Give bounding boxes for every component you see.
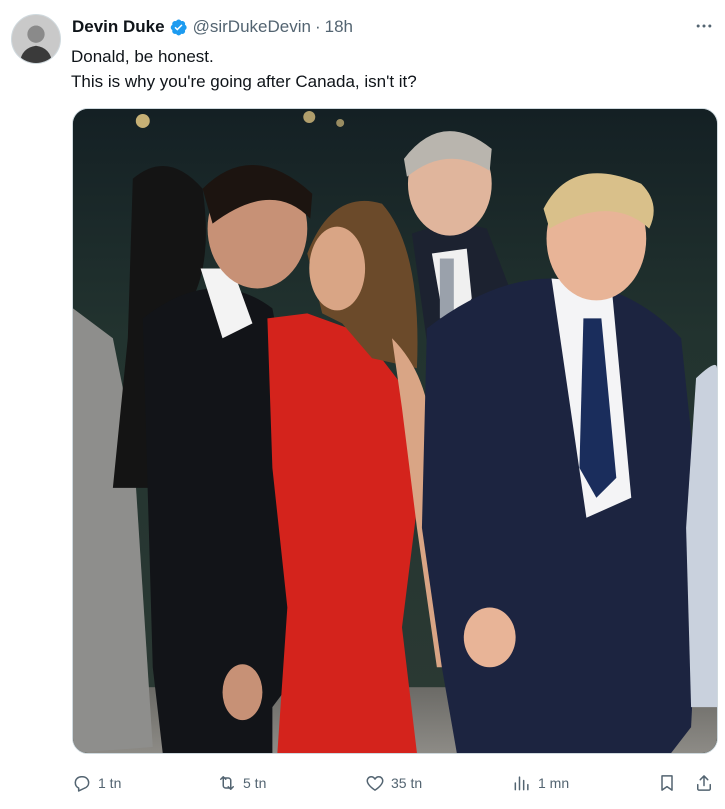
retweet-icon bbox=[220, 776, 234, 790]
reply-button[interactable]: 1 tn bbox=[72, 768, 121, 798]
ellipsis-icon bbox=[696, 24, 712, 28]
bookmark-button[interactable] bbox=[657, 768, 677, 798]
tweet-header: Devin Duke @sirDukeDevin · 18h bbox=[72, 16, 353, 38]
author-name[interactable]: Devin Duke bbox=[72, 17, 165, 37]
retweet-button[interactable]: 5 tn bbox=[217, 768, 266, 798]
tweet-timestamp[interactable]: 18h bbox=[325, 17, 353, 37]
verified-badge-icon bbox=[169, 18, 188, 37]
bookmark-icon bbox=[661, 775, 673, 791]
tweet-text: Donald, be honest. This is why you're go… bbox=[71, 44, 701, 94]
tweet-photo[interactable] bbox=[72, 108, 718, 754]
like-count: 35 tn bbox=[391, 775, 423, 791]
tweet-text-line: This is why you're going after Canada, i… bbox=[71, 72, 417, 91]
reply-count: 1 tn bbox=[98, 775, 122, 791]
tweet-card: Devin Duke @sirDukeDevin · 18h Donald, b… bbox=[0, 0, 725, 809]
retweet-count: 5 tn bbox=[243, 775, 267, 791]
share-icon bbox=[697, 775, 711, 791]
separator-dot: · bbox=[314, 17, 321, 36]
tweet-text-line: Donald, be honest. bbox=[71, 47, 214, 66]
author-handle[interactable]: @sirDukeDevin bbox=[193, 17, 311, 37]
avatar[interactable] bbox=[11, 14, 61, 64]
views-button[interactable]: 1 mn bbox=[512, 768, 569, 798]
like-button[interactable]: 35 tn bbox=[365, 768, 422, 798]
share-button[interactable] bbox=[694, 768, 714, 798]
views-count: 1 mn bbox=[538, 775, 570, 791]
more-options-button[interactable] bbox=[693, 16, 715, 36]
views-icon bbox=[514, 776, 529, 791]
action-bar: 1 tn 5 tn 35 tn 1 mn bbox=[72, 768, 720, 798]
reply-icon bbox=[74, 776, 90, 792]
heart-icon bbox=[366, 776, 384, 791]
